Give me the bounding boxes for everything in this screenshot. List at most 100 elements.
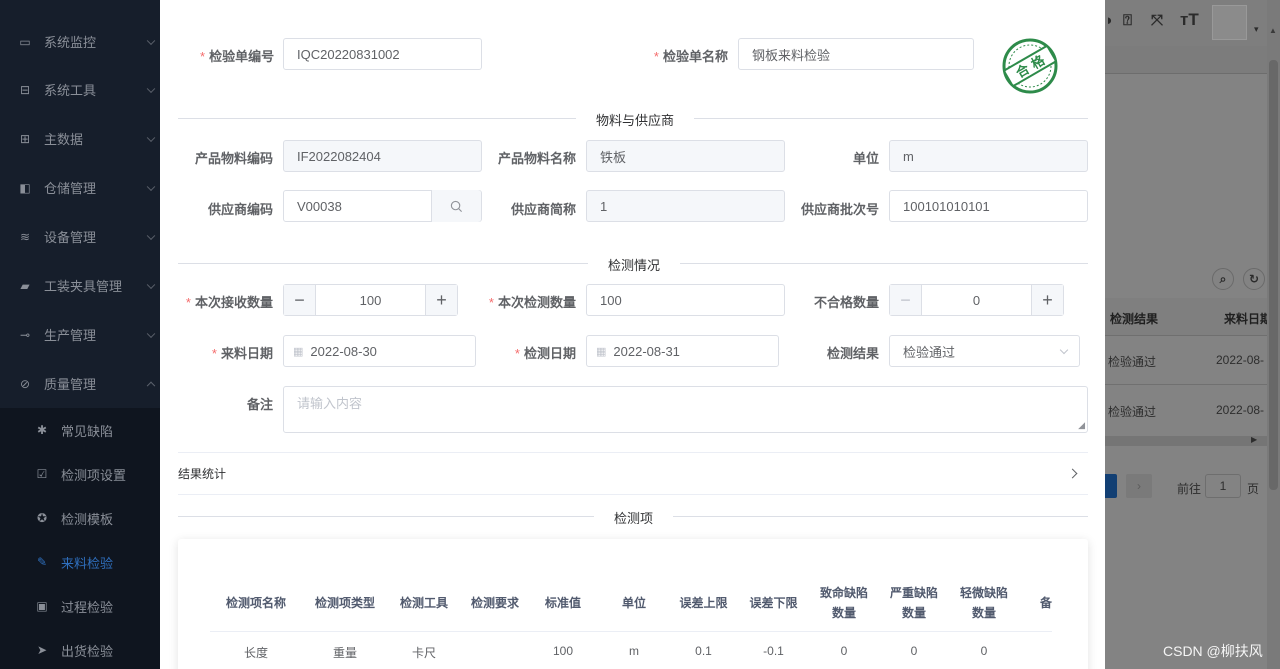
result-select[interactable]: 检验通过	[889, 335, 1080, 367]
sidebar-item-label: 系统监控	[44, 35, 97, 50]
template-icon: ✪	[36, 511, 48, 525]
section-title-material: 物料与供应商	[576, 110, 695, 129]
sidebar-item-monitor[interactable]: ▭ 系统监控	[0, 17, 160, 66]
recv-qty-value[interactable]: 100	[316, 285, 425, 315]
chevron-down-icon	[1059, 345, 1069, 355]
unqualified-qty-stepper[interactable]: − 0 +	[889, 284, 1064, 316]
avatar[interactable]	[1212, 5, 1247, 40]
sidebar-item-label: 系统工具	[44, 83, 97, 98]
lock-icon: ▰	[20, 278, 30, 293]
vendor-code-input[interactable]: V00038	[283, 190, 482, 222]
chevron-down-icon	[146, 84, 156, 93]
table-cell: 长度	[243, 646, 268, 660]
section-title-check: 检测情况	[588, 255, 681, 274]
vendor-search-button[interactable]	[431, 190, 481, 222]
sidebar-item-label: 工装夹具管理	[44, 279, 123, 294]
page-scrollbar-thumb[interactable]	[1269, 60, 1278, 490]
sidebar-item-defects[interactable]: ✱ 常见缺陷	[0, 408, 160, 452]
required-mark: *	[200, 49, 206, 64]
sidebar-item-outgoing-inspection[interactable]: ➤ 出货检验	[0, 628, 160, 669]
sidebar-item-templates[interactable]: ✪ 检测模板	[0, 496, 160, 540]
pagination-next-button[interactable]: ›	[1126, 474, 1152, 498]
result-label: 检测结果	[826, 346, 879, 361]
sidebar-item-process-inspection[interactable]: ▣ 过程检验	[0, 584, 160, 628]
chevron-down-icon	[146, 182, 156, 191]
increase-button[interactable]: +	[1031, 285, 1063, 315]
name-label: * 检验单名称	[650, 46, 728, 65]
vendor-batch-label: 供应商批次号	[800, 202, 879, 217]
help-icon[interactable]: ⍰	[1123, 12, 1132, 29]
refresh-icon[interactable]: ↻	[1243, 268, 1265, 290]
goto-page-input[interactable]: 1	[1205, 474, 1241, 498]
result-statistics-collapse[interactable]: 结果统计	[178, 452, 1088, 495]
recv-qty-label-text: 本次接收数量	[194, 295, 273, 310]
search-icon	[450, 200, 463, 212]
sidebar-item-check-settings[interactable]: ☑ 检测项设置	[0, 452, 160, 496]
recv-qty-label: * 本次接收数量	[180, 292, 273, 311]
unit-label: 单位	[852, 151, 879, 166]
sidebar-item-tooling[interactable]: ▰ 工装夹具管理	[0, 261, 160, 310]
collapse-title: 结果统计	[178, 467, 227, 481]
unqualified-label: 不合格数量	[813, 295, 879, 310]
increase-button[interactable]: +	[425, 285, 457, 315]
code-label-text: 检验单编号	[209, 49, 275, 64]
pagination-current-page[interactable]	[1105, 474, 1117, 498]
check-qty-input[interactable]: 100	[586, 284, 785, 316]
table-cell-result: 检验通过	[1108, 405, 1157, 419]
scroll-up-icon[interactable]: ▲	[1269, 26, 1277, 35]
caret-down-icon[interactable]: ▾	[1254, 24, 1259, 35]
chevron-down-icon	[146, 133, 156, 142]
column-header: 误差下限	[749, 596, 798, 610]
toggle-icon: ⊸	[19, 327, 31, 342]
item-code-label: 产品物料编码	[194, 151, 273, 166]
check-qty-label-text: 本次检测数量	[497, 295, 576, 310]
sidebar-item-warehouse[interactable]: ◧ 仓储管理	[0, 163, 160, 212]
vendor-name-input[interactable]: 1	[586, 190, 785, 222]
check-date-picker[interactable]: ▦ 2022-08-31	[586, 335, 779, 367]
vendor-name-label: 供应商简称	[510, 202, 576, 217]
sidebar-item-incoming-inspection[interactable]: ✎ 来料检验	[0, 540, 160, 584]
recv-date-value: 2022-08-30	[310, 343, 377, 359]
remark-textarea[interactable]: 请输入内容 ◢	[283, 386, 1088, 433]
font-size-icon[interactable]: ᴛT	[1180, 10, 1199, 30]
watermark: CSDN @柳扶风	[1163, 643, 1263, 659]
sidebar-item-label: 设备管理	[44, 230, 97, 245]
sidebar-item-label: 主数据	[44, 132, 84, 147]
unqualified-qty-value[interactable]: 0	[922, 285, 1031, 315]
unit-input[interactable]: m	[889, 140, 1088, 172]
github-icon[interactable]: ◗	[1105, 12, 1114, 29]
column-header: 检测项名称	[225, 596, 286, 610]
chevron-down-icon	[146, 36, 156, 45]
check-date-value: 2022-08-31	[613, 343, 680, 359]
recv-date-picker[interactable]: ▦ 2022-08-30	[283, 335, 476, 367]
inspection-name-input[interactable]: 钢板来料检验	[738, 38, 974, 70]
sidebar-item-quality[interactable]: ⊘ 质量管理	[0, 359, 160, 408]
row-divider	[1105, 384, 1267, 385]
vendor-batch-input[interactable]: 100101010101	[889, 190, 1088, 222]
recv-date-label-text: 来料日期	[220, 346, 273, 361]
required-mark: *	[185, 295, 191, 310]
sidebar-item-equipment[interactable]: ≋ 设备管理	[0, 212, 160, 261]
sidebar-item-label: 来料检验	[61, 555, 114, 571]
sidebar-item-tools[interactable]: ⊟ 系统工具	[0, 65, 160, 114]
table-cell: -0.1	[763, 644, 784, 658]
sidebar-item-production[interactable]: ⊸ 生产管理	[0, 310, 160, 359]
recv-qty-stepper[interactable]: − 100 +	[283, 284, 458, 316]
column-header-date: 来料日期	[1224, 312, 1273, 326]
decrease-button[interactable]: −	[890, 285, 922, 315]
vendor-code-value: V00038	[297, 198, 342, 214]
horizontal-scrollbar[interactable]	[1105, 436, 1267, 446]
code-label: * 检验单编号	[200, 46, 275, 65]
table-cell: 卡尺	[411, 646, 436, 660]
scroll-right-icon[interactable]: ▶	[1251, 435, 1257, 444]
item-name-input[interactable]: 铁板	[586, 140, 785, 172]
inspection-code-input[interactable]: IQC20220831002	[283, 38, 482, 70]
resize-handle-icon[interactable]: ◢	[1078, 420, 1085, 431]
warehouse-icon: ◧	[19, 180, 31, 195]
decrease-button[interactable]: −	[284, 285, 316, 315]
column-header: 致命缺陷 数量	[819, 586, 868, 620]
item-code-input[interactable]: IF2022082404	[283, 140, 482, 172]
fullscreen-icon[interactable]: ⤧	[1151, 12, 1163, 29]
search-icon[interactable]: ⌕	[1212, 268, 1234, 290]
sidebar-item-masterdata[interactable]: ⊞ 主数据	[0, 114, 160, 163]
